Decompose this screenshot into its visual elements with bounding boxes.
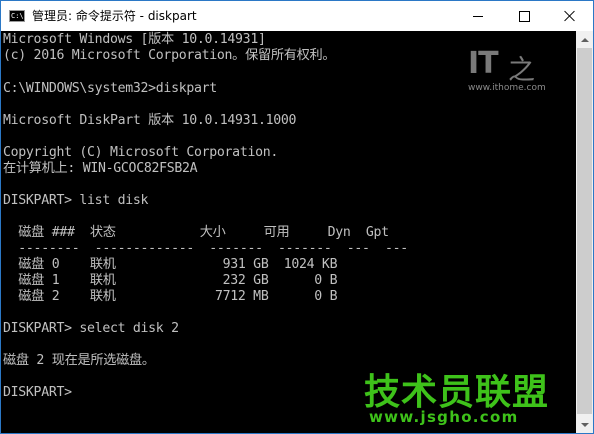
console-line: -------- ------------- ------- ------- -… <box>3 241 408 256</box>
console-line: (c) 2016 Microsoft Corporation。保留所有权利。 <box>3 48 336 63</box>
console-line: Microsoft DiskPart 版本 10.0.14931.1000 <box>3 113 297 128</box>
console-line: 磁盘 ### 状态 大小 可用 Dyn Gpt <box>3 225 389 240</box>
console-line: DISKPART> select disk 2 <box>3 321 179 336</box>
arrow-down-icon <box>580 422 589 427</box>
console-line: DISKPART> <box>3 385 72 400</box>
scroll-thumb[interactable] <box>577 48 592 414</box>
maximize-button[interactable] <box>501 1 547 31</box>
minimize-icon <box>473 15 483 17</box>
console-line: 磁盘 2 现在是所选磁盘。 <box>3 353 155 368</box>
console-line: 磁盘 2 联机 7712 MB 0 B <box>3 289 338 304</box>
cmd-icon: C:\ <box>9 10 25 22</box>
minimize-button[interactable] <box>455 1 501 31</box>
close-button[interactable] <box>547 1 593 31</box>
maximize-icon <box>518 10 530 22</box>
scroll-up-button[interactable] <box>576 31 593 48</box>
console-line: Copyright (C) Microsoft Corporation. <box>3 145 279 160</box>
scroll-down-button[interactable] <box>576 416 593 433</box>
arrow-up-icon <box>580 37 589 42</box>
window-title: 管理员: 命令提示符 - diskpart <box>32 9 197 23</box>
console-line: DISKPART> list disk <box>3 193 149 208</box>
ithome-logo: IT <box>468 46 499 81</box>
console-line: 在计算机上: WIN-GCOC82FSB2A <box>3 161 198 176</box>
ithome-url-watermark: www.ithome.com <box>468 83 546 93</box>
console-line: Microsoft Windows [版本 10.0.14931] <box>3 32 266 47</box>
console-line: C:\WINDOWS\system32>diskpart <box>3 81 217 96</box>
title-bar[interactable]: C:\ 管理员: 命令提示符 - diskpart <box>1 1 593 31</box>
jsgho-url-watermark: www.jsgho.com <box>369 408 519 426</box>
close-icon <box>564 10 576 22</box>
console-line: 磁盘 0 联机 931 GB 1024 KB <box>3 257 338 272</box>
vertical-scrollbar[interactable] <box>576 31 593 433</box>
ithome-logo-char: 之 <box>508 55 535 86</box>
console-line: 磁盘 1 联机 232 GB 0 B <box>3 273 338 288</box>
